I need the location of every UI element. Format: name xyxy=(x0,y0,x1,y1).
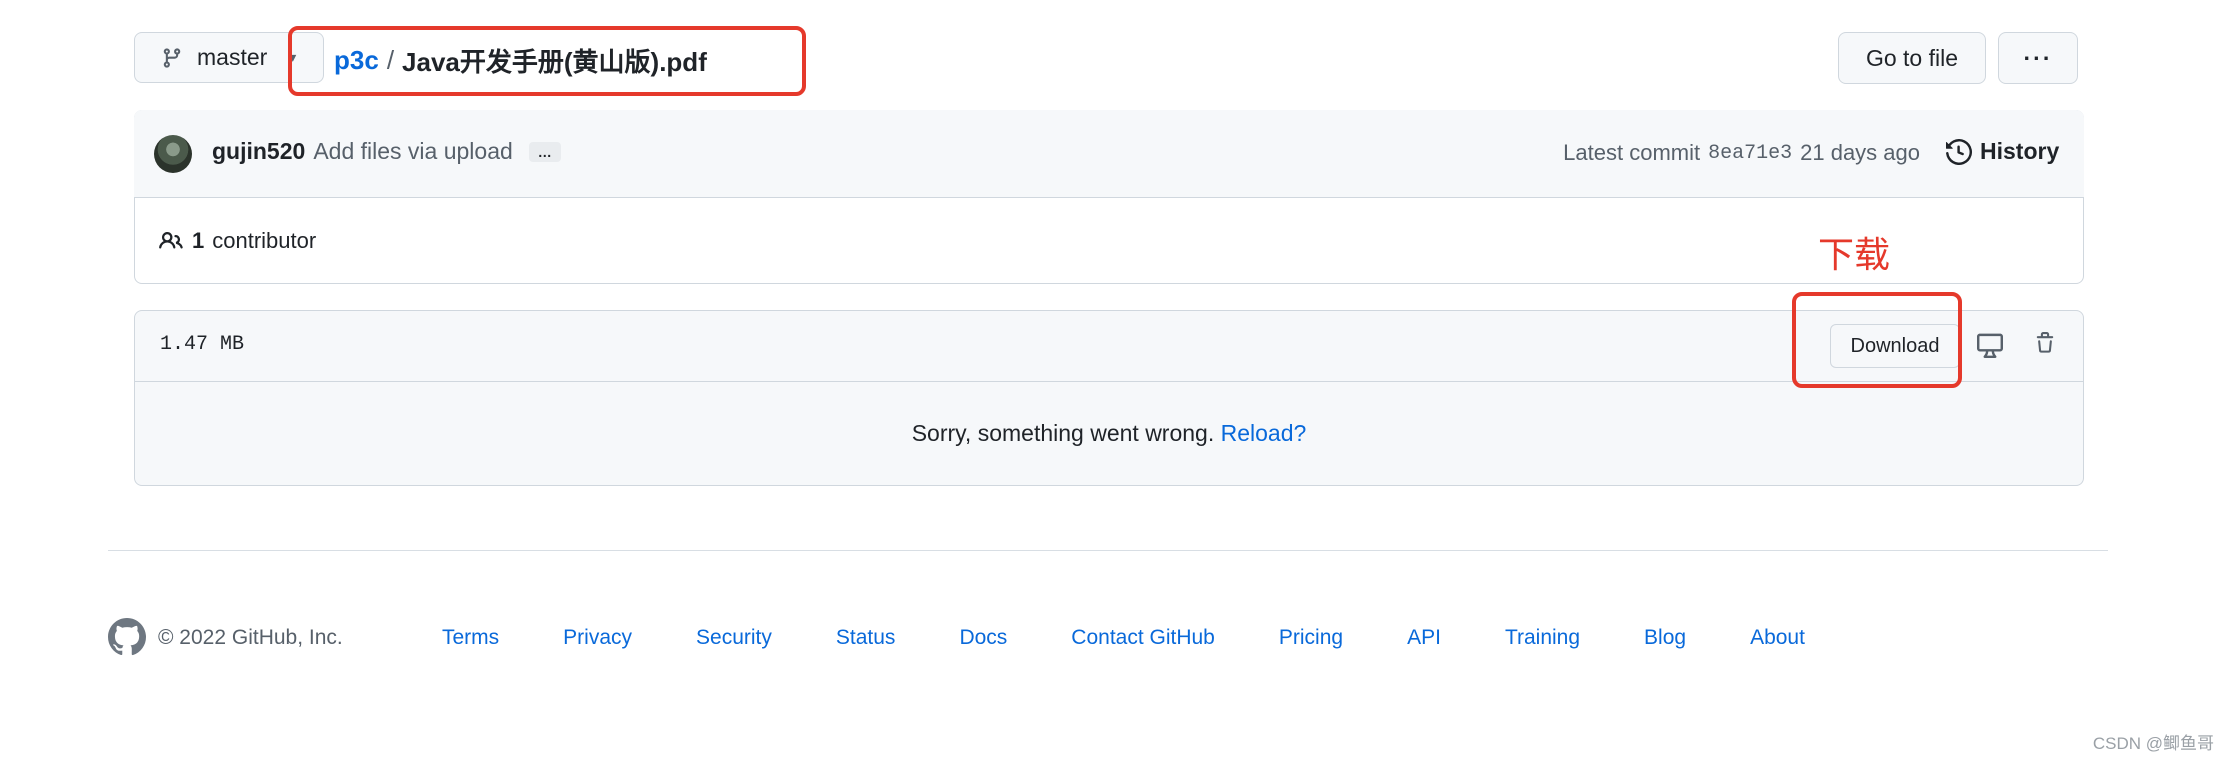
footer-link-contact-github[interactable]: Contact GitHub xyxy=(1071,626,1215,650)
go-to-file-button[interactable]: Go to file xyxy=(1838,32,1986,84)
avatar[interactable] xyxy=(154,135,192,173)
trash-icon[interactable] xyxy=(2034,330,2056,356)
history-icon xyxy=(1946,138,1972,165)
footer-link-pricing[interactable]: Pricing xyxy=(1279,626,1343,650)
footer-link-privacy[interactable]: Privacy xyxy=(563,626,632,650)
error-message: Sorry, something went wrong. Reload? xyxy=(134,420,2084,447)
footer-link-api[interactable]: API xyxy=(1407,626,1441,650)
github-logo-icon[interactable] xyxy=(108,618,146,656)
commit-message-link[interactable]: Add files via upload xyxy=(313,138,512,165)
contributors-link[interactable]: 1 contributor xyxy=(158,228,316,254)
history-label: History xyxy=(1980,138,2060,164)
footer-link-docs[interactable]: Docs xyxy=(959,626,1007,650)
latest-commit-label: Latest commit xyxy=(1563,140,1701,165)
download-annotation: 下载 xyxy=(1818,235,1891,276)
footer-link-about[interactable]: About xyxy=(1750,626,1805,650)
contributor-label: contributor xyxy=(212,228,317,253)
footer-link-training[interactable]: Training xyxy=(1505,626,1580,650)
reload-link[interactable]: Reload? xyxy=(1221,420,1307,446)
footer-link-terms[interactable]: Terms xyxy=(442,626,499,650)
footer-copyright: © 2022 GitHub, Inc. xyxy=(158,626,343,649)
commit-sha-link[interactable]: 8ea71e3 xyxy=(1708,142,1792,165)
footer-links: Terms Privacy Security Status Docs Conta… xyxy=(442,626,1869,650)
highlight-box-download xyxy=(1792,292,1962,388)
csdn-watermark: CSDN @鲫鱼哥 xyxy=(2092,734,2214,753)
commit-author-link[interactable]: gujin520 xyxy=(212,138,305,165)
more-options-button[interactable]: ··· xyxy=(1998,32,2078,84)
branch-name: master xyxy=(197,44,268,70)
footer-link-blog[interactable]: Blog xyxy=(1644,626,1686,650)
commit-summary: gujin520 Add files via upload … xyxy=(212,138,561,165)
error-text: Sorry, something went wrong. xyxy=(911,420,1215,446)
footer-link-status[interactable]: Status xyxy=(836,626,896,650)
latest-commit-info: Latest commit 8ea71e3 21 days ago xyxy=(1563,140,1920,166)
footer-link-security[interactable]: Security xyxy=(696,626,772,650)
history-link[interactable]: History xyxy=(1946,138,2059,165)
highlight-box-breadcrumb xyxy=(288,26,806,96)
git-branch-icon xyxy=(161,46,183,70)
people-icon xyxy=(158,229,184,253)
expand-commit-button[interactable]: … xyxy=(528,141,561,162)
file-size: 1.47 MB xyxy=(160,333,245,356)
commit-time: 21 days ago xyxy=(1800,140,1920,165)
contributor-count: 1 xyxy=(192,228,205,253)
footer-divider xyxy=(108,550,2108,551)
desktop-icon[interactable] xyxy=(1976,332,2004,358)
